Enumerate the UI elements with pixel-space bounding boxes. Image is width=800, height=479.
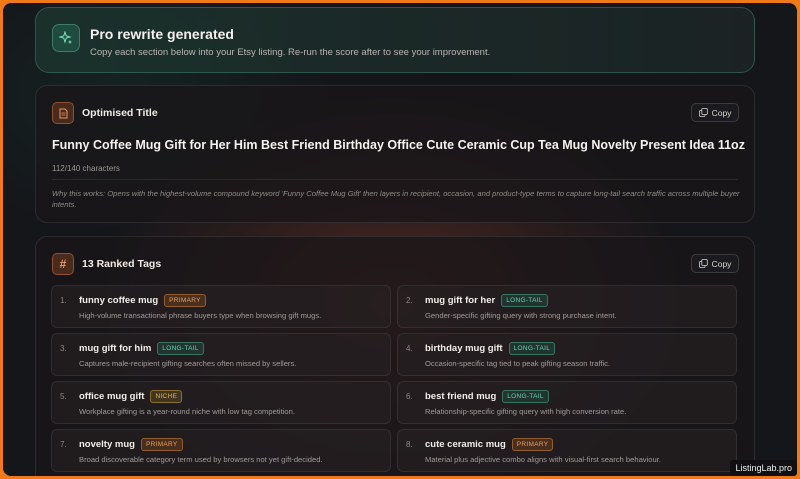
divider (52, 179, 738, 180)
tag-item: 2. mug gift for her LONG-TAIL Gender-spe… (397, 285, 737, 328)
success-banner: Pro rewrite generated Copy each section … (35, 7, 755, 73)
optimised-title-card: Optimised Title Copy Funny Coffee Mug Gi… (35, 85, 755, 223)
copy-label: Copy (711, 258, 732, 269)
tag-rank: 4. (406, 344, 413, 353)
banner-subtitle: Copy each section below into your Etsy l… (90, 47, 491, 58)
site-watermark: ListingLab.pro (730, 460, 797, 476)
tag-type-badge: LONG-TAIL (157, 342, 204, 355)
tag-item: 4. birthday mug gift LONG-TAIL Occasion-… (397, 333, 737, 376)
tag-item: 8. cute ceramic mug PRIMARY Material plu… (397, 429, 737, 472)
tag-rank: 7. (60, 440, 67, 449)
tags-list: 1. funny coffee mug PRIMARY High-volume … (51, 285, 739, 472)
tag-rank: 5. (60, 392, 67, 401)
card-heading: 13 Ranked Tags (82, 258, 162, 270)
tag-name: mug gift for her (425, 295, 496, 306)
tag-name: funny coffee mug (79, 295, 159, 306)
tag-description: Occasion-specific tag tied to peak gifti… (425, 359, 611, 368)
tag-description: Workplace gifting is a year-round niche … (79, 407, 295, 416)
tag-rank: 2. (406, 296, 413, 305)
tag-rank: 8. (406, 440, 413, 449)
tag-description: Gender-specific gifting query with stron… (425, 311, 617, 320)
tag-description: Captures male-recipient gifting searches… (79, 359, 297, 368)
why-this-works-text: Why this works: Opens with the highest-v… (52, 189, 740, 209)
app-frame: Pro rewrite generated Copy each section … (3, 3, 797, 476)
tag-rank: 3. (60, 344, 67, 353)
tag-type-badge: LONG-TAIL (502, 390, 549, 403)
tag-type-badge: PRIMARY (164, 294, 206, 307)
copy-title-button[interactable]: Copy (691, 103, 739, 122)
tag-description: Relationship-specific gifting query with… (425, 407, 627, 416)
tag-item: 1. funny coffee mug PRIMARY High-volume … (51, 285, 391, 328)
tag-name: office mug gift (79, 391, 145, 402)
tag-rank: 1. (60, 296, 67, 305)
optimised-title-text: Funny Coffee Mug Gift for Her Him Best F… (52, 138, 745, 152)
tag-name: birthday mug gift (425, 343, 503, 354)
tag-name: cute ceramic mug (425, 439, 506, 450)
tag-type-badge: LONG-TAIL (501, 294, 548, 307)
tag-item: 6. best friend mug LONG-TAIL Relationshi… (397, 381, 737, 424)
tag-item: 7. novelty mug PRIMARY Broad discoverabl… (51, 429, 391, 472)
tag-item: 3. mug gift for him LONG-TAIL Captures m… (51, 333, 391, 376)
tag-type-badge: LONG-TAIL (508, 342, 556, 355)
tag-name: mug gift for him (79, 343, 152, 354)
banner-title: Pro rewrite generated (90, 26, 234, 42)
tag-rank: 6. (406, 392, 413, 401)
tag-type-badge: NICHE (150, 390, 183, 403)
copy-tags-button[interactable]: Copy (691, 254, 739, 273)
document-icon (52, 102, 74, 124)
copy-icon (698, 259, 708, 268)
copy-label: Copy (711, 107, 732, 118)
tag-type-badge: PRIMARY (511, 438, 554, 451)
hash-icon: # (52, 253, 74, 275)
card-heading: Optimised Title (82, 107, 158, 119)
tag-name: novelty mug (79, 439, 135, 450)
tag-description: High-volume transactional phrase buyers … (79, 311, 322, 320)
tag-name: best friend mug (425, 391, 497, 402)
tag-description: Material plus adjective combo aligns wit… (425, 455, 661, 464)
tag-type-badge: PRIMARY (140, 438, 183, 451)
tag-description: Broad discoverable category term used by… (79, 455, 323, 464)
sparkles-icon (52, 24, 80, 52)
character-count: 112/140 characters (52, 164, 120, 173)
copy-icon (698, 108, 708, 117)
tag-item: 5. office mug gift NICHE Workplace gifti… (51, 381, 391, 424)
ranked-tags-card: # 13 Ranked Tags Copy 1. funny coffee mu… (35, 236, 755, 476)
